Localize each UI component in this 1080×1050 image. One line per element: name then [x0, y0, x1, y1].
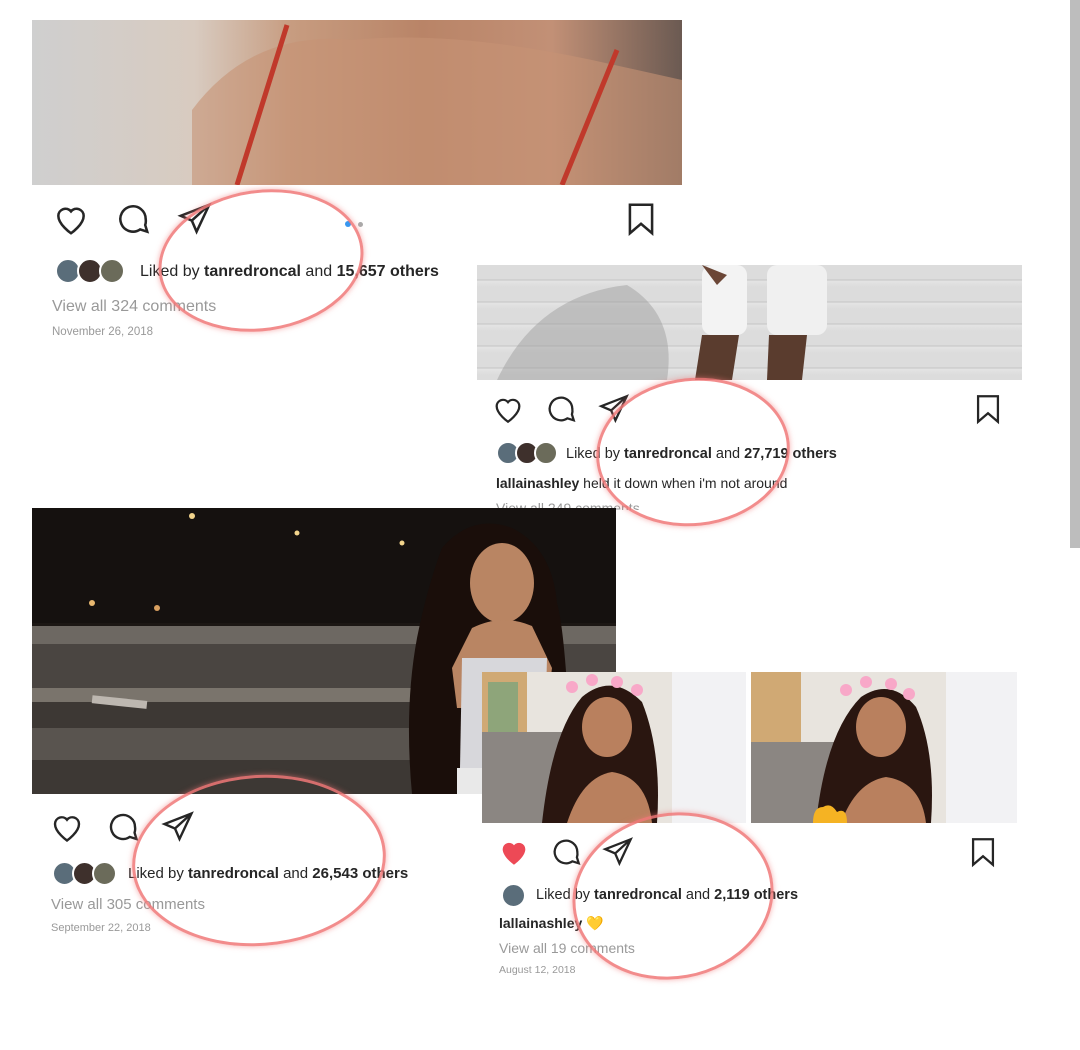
post-4-photo-2	[751, 672, 1017, 823]
liker-avatars[interactable]	[52, 861, 124, 889]
share-icon[interactable]	[176, 200, 214, 238]
likes-count[interactable]: 27,719	[744, 446, 788, 462]
comment-icon[interactable]	[549, 835, 583, 869]
likes-summary[interactable]: Liked by tanredroncal and 26,543 others	[128, 865, 408, 882]
post-1-photo	[32, 20, 682, 185]
caption-text: 💛	[586, 915, 604, 931]
share-icon[interactable]	[160, 809, 196, 845]
post-1-image	[192, 24, 682, 185]
post-4-image-2	[751, 672, 1017, 823]
liked-by-prefix: Liked by	[566, 446, 621, 462]
liked-by-prefix: Liked by	[140, 263, 200, 280]
and-text: and	[283, 865, 309, 882]
comment-icon[interactable]	[544, 392, 578, 426]
caption-username[interactable]: lallainashley	[496, 475, 579, 491]
carousel-dot-active	[345, 221, 351, 227]
heart-icon[interactable]	[491, 392, 525, 426]
avatar	[92, 861, 117, 886]
comment-icon[interactable]	[114, 200, 152, 238]
avatar	[534, 441, 558, 465]
comment-icon[interactable]	[105, 809, 141, 845]
post-2-image	[497, 265, 827, 380]
bookmark-icon[interactable]	[622, 200, 660, 238]
liked-by-prefix: Liked by	[536, 887, 591, 903]
heart-icon[interactable]	[52, 200, 90, 238]
avatar	[501, 883, 526, 908]
bookmark-icon[interactable]	[966, 835, 1000, 869]
bookmark-icon[interactable]	[971, 392, 1005, 426]
likes-count[interactable]: 2,119	[714, 887, 750, 903]
likes-summary[interactable]: Liked by tanredroncal and 15,657 others	[140, 263, 439, 281]
post-date: November 26, 2018	[52, 326, 154, 338]
and-text: and	[685, 887, 711, 903]
liker-username[interactable]: tanredroncal	[594, 887, 682, 903]
likes-summary[interactable]: Liked by tanredroncal and 2,119 others	[536, 887, 798, 903]
view-comments-link[interactable]: View all 324 comments	[52, 298, 216, 316]
caption-text: held it down when i'm not around	[583, 475, 788, 491]
share-icon[interactable]	[597, 392, 631, 426]
post-4-photo	[482, 672, 746, 823]
others-text[interactable]: others	[793, 446, 837, 462]
carousel-dot	[358, 222, 364, 227]
liker-avatars[interactable]	[55, 258, 135, 286]
liked-by-prefix: Liked by	[128, 865, 184, 882]
likes-summary[interactable]: Liked by tanredroncal and 27,719 others	[566, 446, 837, 462]
heart-icon[interactable]	[49, 809, 85, 845]
post-caption: lallainashley 💛	[499, 915, 604, 932]
heart-filled-icon[interactable]	[497, 835, 531, 869]
post-2-photo	[477, 265, 1022, 380]
liker-username[interactable]: tanredroncal	[624, 446, 712, 462]
likes-count[interactable]: 15,657	[337, 263, 386, 280]
post-date: September 22, 2018	[51, 922, 151, 934]
post-date: August 12, 2018	[499, 964, 576, 976]
view-comments-link[interactable]: View all 19 comments	[499, 940, 635, 956]
caption-username[interactable]: lallainashley	[499, 915, 582, 931]
liker-avatars[interactable]	[496, 441, 566, 469]
annotation-circle	[126, 766, 392, 955]
view-comments-link[interactable]: View all 305 comments	[51, 896, 205, 913]
others-text[interactable]: others	[362, 865, 408, 882]
liker-username[interactable]: tanredroncal	[204, 263, 301, 280]
scrollbar[interactable]	[1070, 0, 1080, 548]
liker-username[interactable]: tanredroncal	[188, 865, 279, 882]
post-caption: lallainashley held it down when i'm not …	[496, 475, 787, 491]
avatar	[99, 258, 125, 284]
and-text: and	[715, 446, 741, 462]
carousel-dots	[345, 214, 364, 232]
likes-count[interactable]: 26,543	[312, 865, 358, 882]
others-text[interactable]: others	[390, 263, 439, 280]
and-text: and	[305, 263, 333, 280]
others-text[interactable]: others	[754, 887, 798, 903]
share-icon[interactable]	[601, 835, 635, 869]
liker-avatars[interactable]	[501, 883, 527, 911]
post-4-image	[482, 672, 746, 823]
